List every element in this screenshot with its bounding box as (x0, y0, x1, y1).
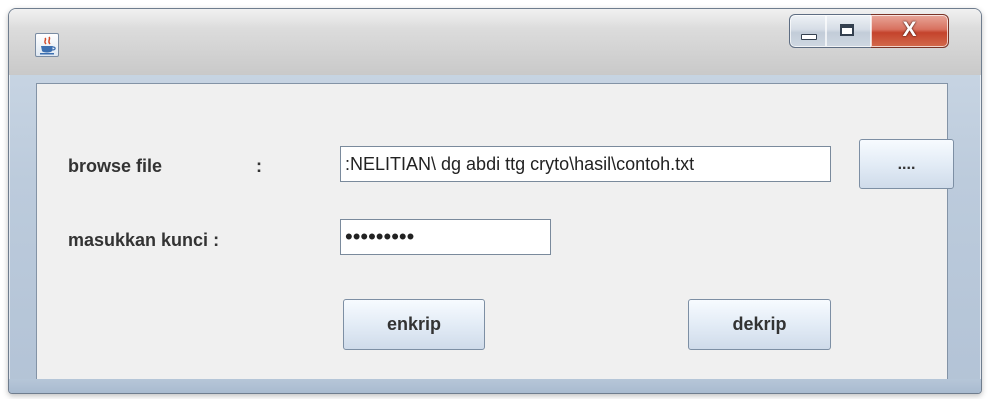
close-button[interactable]: X (871, 14, 949, 48)
app-window: X browse file : .... masukkan kunci : en… (8, 8, 982, 394)
browse-button[interactable]: .... (859, 139, 954, 189)
minimize-button[interactable] (789, 14, 827, 48)
window-bottom-border (9, 379, 981, 393)
browse-file-colon: : (256, 156, 262, 176)
encrypt-button[interactable]: enkrip (343, 299, 485, 350)
java-cup-icon[interactable] (35, 33, 59, 57)
content-panel: browse file : .... masukkan kunci : enkr… (36, 83, 954, 381)
maximize-icon (840, 24, 854, 36)
title-bar[interactable]: X (9, 9, 981, 75)
browse-file-label: browse file (68, 156, 163, 176)
key-password-input[interactable] (340, 219, 551, 255)
file-path-input[interactable] (340, 146, 831, 182)
minimize-icon (801, 34, 817, 40)
close-icon: X (902, 18, 917, 41)
decrypt-button[interactable]: dekrip (688, 299, 831, 350)
maximize-button[interactable] (826, 14, 872, 48)
key-label: masukkan kunci : (68, 230, 220, 250)
